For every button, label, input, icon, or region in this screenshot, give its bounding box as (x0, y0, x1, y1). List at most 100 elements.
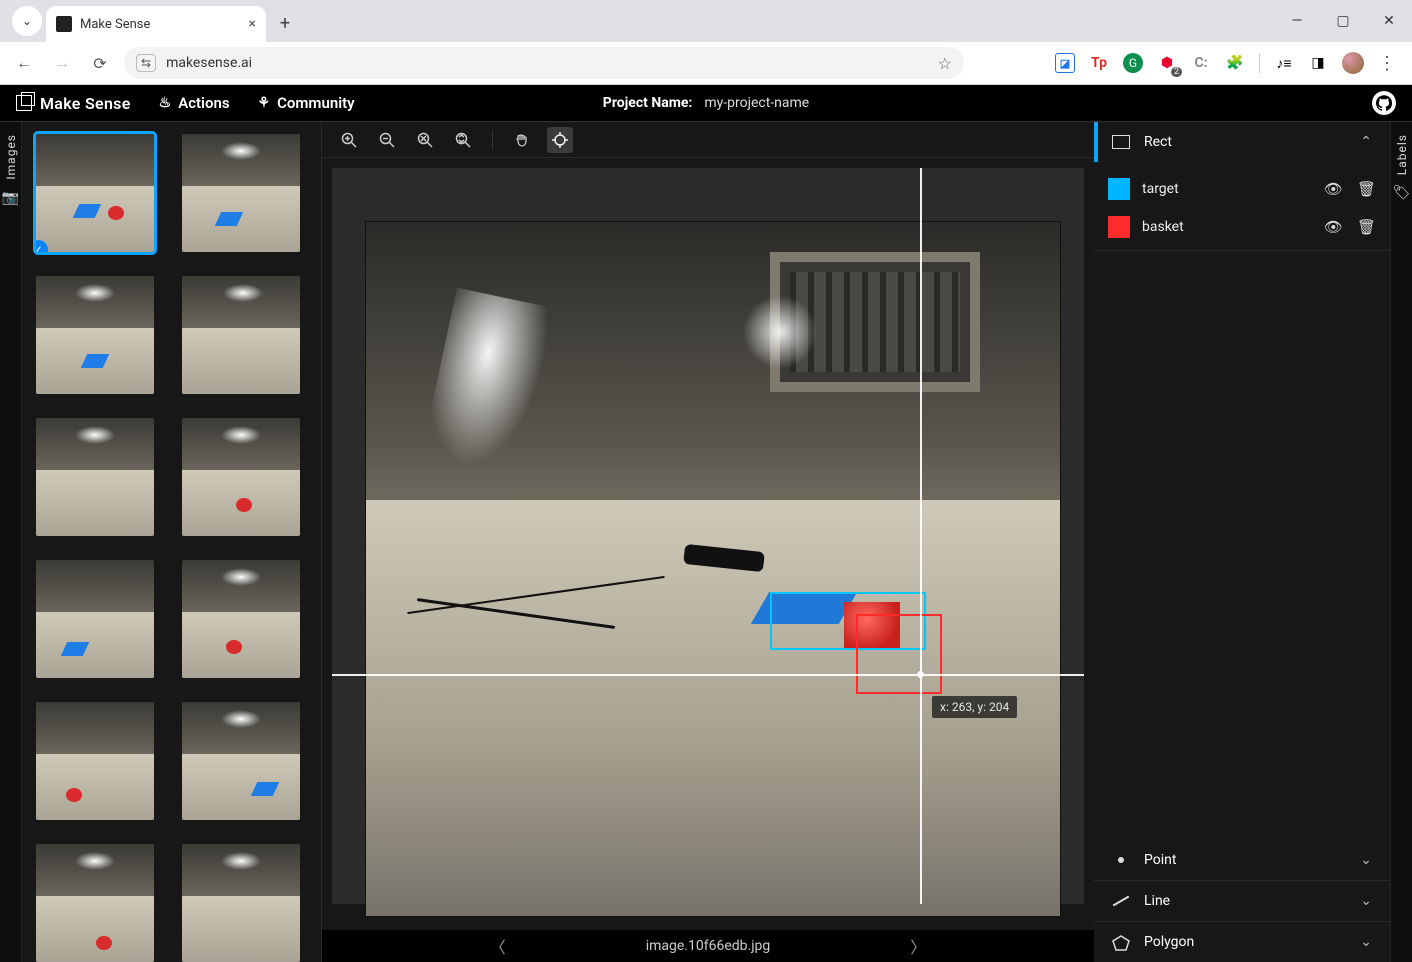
tool-point-head[interactable]: Point ⌄ (1094, 840, 1390, 880)
thumbnail-item[interactable] (182, 134, 300, 252)
label-list: target 👁 🗑 basket 👁 🗑 (1094, 162, 1390, 250)
crosshair-dot (917, 671, 924, 678)
tab-strip: ⌄ Make Sense × + — ▢ ✕ (0, 0, 1412, 42)
thumbnail-item[interactable] (182, 418, 300, 536)
zoom-out-button[interactable] (374, 127, 400, 153)
zoom-max-button[interactable] (450, 127, 476, 153)
polygon-icon (1112, 935, 1130, 949)
next-image-button[interactable]: 〉 (910, 934, 926, 958)
browser-tab[interactable]: Make Sense × (46, 6, 266, 42)
thumbnail-item[interactable] (182, 702, 300, 820)
maximize-button[interactable]: ▢ (1320, 0, 1366, 42)
media-control-icon[interactable]: ♪≡ (1274, 53, 1294, 73)
editor-footer: 〈 image.10f66edb.jpg 〉 (322, 930, 1094, 962)
extension-icon[interactable]: ⬢2 (1157, 53, 1177, 73)
chevron-down-icon: ⌄ (1360, 852, 1372, 868)
logo-icon (16, 95, 32, 111)
bookmark-icon[interactable]: ☆ (938, 54, 952, 73)
tool-polygon-head[interactable]: Polygon ⌄ (1094, 922, 1390, 962)
labels-rail-label: Labels (1395, 134, 1409, 175)
favicon-icon (56, 16, 72, 32)
github-link[interactable] (1372, 91, 1396, 115)
point-icon (1118, 857, 1124, 863)
extension-icon[interactable]: G (1123, 53, 1143, 73)
delete-label-button[interactable]: 🗑 (1357, 180, 1376, 198)
tool-rect-label: Rect (1144, 134, 1172, 150)
thumbnail-item[interactable] (36, 560, 154, 678)
thumbnail-item[interactable] (182, 560, 300, 678)
visibility-toggle[interactable]: 👁 (1324, 218, 1343, 236)
pan-button[interactable] (509, 127, 535, 153)
tool-line-head[interactable]: Line ⌄ (1094, 881, 1390, 921)
menu-community-label: Community (277, 94, 355, 112)
thumbnail-item[interactable] (182, 276, 300, 394)
chevron-down-icon: ⌄ (1360, 893, 1372, 909)
images-rail-label: Images (4, 134, 18, 180)
label-name: target (1142, 181, 1179, 197)
app-header: Make Sense ♨ Actions ⚘ Community Project… (0, 85, 1412, 121)
crosshair-button[interactable] (547, 127, 573, 153)
crosshair-horizontal (332, 674, 1084, 676)
flame-icon: ♨ (159, 95, 172, 111)
project-name-value[interactable]: my-project-name (704, 95, 809, 111)
github-icon (1376, 95, 1392, 111)
thumbnail-item[interactable] (36, 844, 154, 962)
images-rail[interactable]: Images 📷 (0, 122, 22, 962)
canvas[interactable]: x: 263, y: 204 (322, 158, 1094, 930)
thumbnail-item[interactable] (36, 276, 154, 394)
window-controls: — ▢ ✕ (1274, 0, 1412, 42)
browser-menu-button[interactable]: ⋮ (1378, 53, 1396, 74)
sprout-icon: ⚘ (258, 95, 271, 111)
labels-rail[interactable]: Labels 🏷 (1390, 122, 1412, 962)
address-bar: ← → ⟳ ⇆ makesense.ai ☆ ◪ Tp G ⬢2 C: 🧩 ♪≡… (0, 42, 1412, 85)
rect-icon (1112, 135, 1130, 149)
thumbnail-grid: ✓ (22, 122, 322, 962)
reload-button[interactable]: ⟳ (86, 49, 114, 77)
zoom-fit-button[interactable] (412, 127, 438, 153)
extensions-button[interactable]: 🧩 (1225, 53, 1245, 73)
separator (492, 130, 493, 150)
profile-avatar[interactable] (1342, 52, 1364, 74)
menu-actions-label: Actions (178, 94, 229, 112)
thumbnail-item[interactable]: ✓ (36, 134, 154, 252)
extension-badge: 2 (1171, 67, 1182, 77)
extension-icon[interactable]: Tp (1089, 53, 1109, 73)
thumbnail-item[interactable] (36, 702, 154, 820)
thumbnail-item[interactable] (36, 418, 154, 536)
new-tab-button[interactable]: + (270, 8, 300, 38)
label-row-target[interactable]: target 👁 🗑 (1108, 170, 1376, 208)
thumbnail-item[interactable] (182, 844, 300, 962)
app-logo[interactable]: Make Sense (16, 94, 131, 113)
prev-image-button[interactable]: 〈 (490, 934, 506, 958)
menu-community[interactable]: ⚘ Community (258, 94, 355, 112)
sidepanel-icon[interactable]: ◨ (1308, 53, 1328, 73)
tool-polygon-label: Polygon (1144, 934, 1194, 950)
tool-point-label: Point (1144, 852, 1176, 868)
project-name-label: Project Name: (603, 95, 693, 111)
extension-icon[interactable]: ◪ (1055, 53, 1075, 73)
label-row-basket[interactable]: basket 👁 🗑 (1108, 208, 1376, 246)
label-name: basket (1142, 219, 1184, 235)
tool-rect-head[interactable]: Rect ⌃ (1094, 122, 1390, 162)
crosshair-vertical (920, 168, 922, 904)
forward-button[interactable]: → (48, 49, 76, 77)
bbox-basket[interactable] (856, 614, 942, 694)
close-window-button[interactable]: ✕ (1366, 0, 1412, 42)
site-info-icon[interactable]: ⇆ (136, 54, 156, 72)
image-area (366, 222, 1060, 916)
extension-icon[interactable]: C: (1191, 53, 1211, 73)
tab-search-button[interactable]: ⌄ (12, 6, 42, 36)
tag-icon: 🏷 (1393, 185, 1411, 201)
color-chip (1108, 178, 1130, 200)
current-filename: image.10f66edb.jpg (646, 938, 771, 954)
visibility-toggle[interactable]: 👁 (1324, 180, 1343, 198)
close-tab-button[interactable]: × (249, 16, 256, 32)
url-input[interactable]: ⇆ makesense.ai ☆ (124, 47, 964, 79)
extension-icons: ◪ Tp G ⬢2 C: 🧩 ♪≡ ◨ ⋮ (1055, 52, 1402, 74)
minimize-button[interactable]: — (1274, 0, 1320, 42)
back-button[interactable]: ← (10, 49, 38, 77)
coordinate-tooltip: x: 263, y: 204 (932, 696, 1017, 718)
delete-label-button[interactable]: 🗑 (1357, 218, 1376, 236)
zoom-in-button[interactable] (336, 127, 362, 153)
menu-actions[interactable]: ♨ Actions (159, 94, 230, 112)
